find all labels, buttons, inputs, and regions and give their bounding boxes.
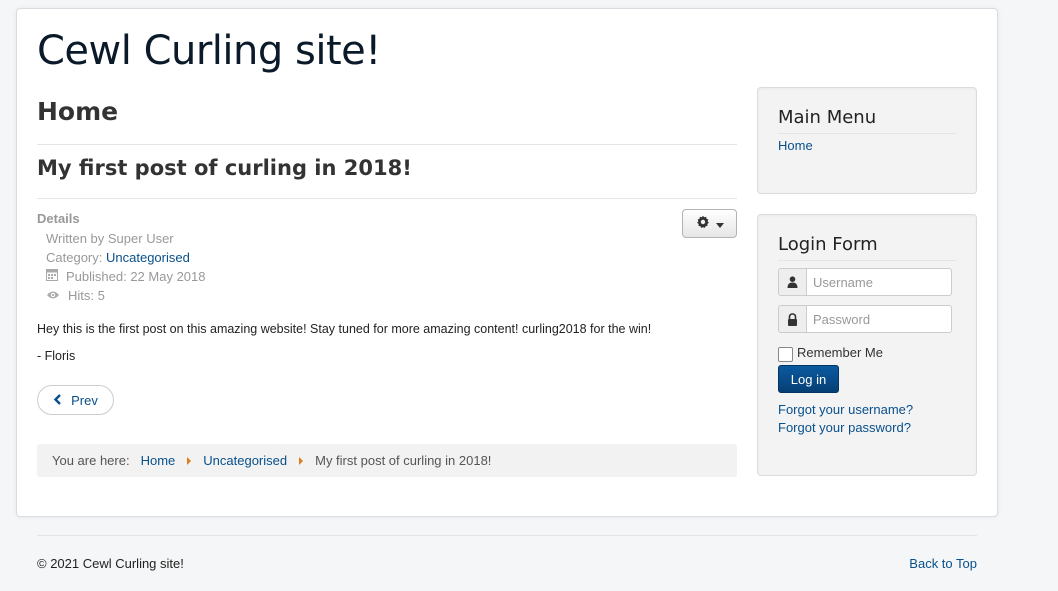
divider: [37, 144, 737, 145]
hits-info: Hits: 5: [37, 286, 205, 305]
login-form-module: Login Form Remember Me Log in Forgot you…: [757, 214, 977, 476]
login-button[interactable]: Log in: [778, 365, 839, 393]
hits-count: Hits: 5: [68, 288, 105, 303]
chevron-left-icon: [53, 393, 62, 408]
site-title[interactable]: Cewl Curling site!: [37, 28, 381, 74]
breadcrumb-separator-icon: [299, 456, 304, 465]
password-group: [778, 305, 952, 333]
breadcrumb-item-category[interactable]: Uncategorised: [203, 453, 287, 468]
main-menu-module: Main Menu Home: [757, 87, 977, 194]
gear-icon: [696, 215, 710, 232]
article-signature: - Floris: [37, 349, 76, 363]
breadcrumb: You are here: Home Uncategorised My firs…: [37, 444, 737, 477]
published-date: Published: 22 May 2018: [66, 269, 206, 284]
breadcrumb-prefix: You are here:: [52, 453, 130, 468]
article-tools-button[interactable]: [682, 209, 737, 238]
remember-me-checkbox[interactable]: [778, 347, 793, 362]
author-text: Written by Super User: [46, 231, 174, 246]
main-menu-title: Main Menu: [778, 107, 956, 134]
article-details: Details Written by Super User Category: …: [37, 211, 205, 305]
password-input[interactable]: [806, 305, 952, 333]
details-label: Details: [37, 211, 80, 226]
menu-item-home[interactable]: Home: [778, 138, 813, 153]
page-heading: Home: [37, 97, 119, 126]
author-info: Written by Super User: [37, 229, 205, 248]
category-label: Category:: [46, 250, 103, 265]
forgot-password-link[interactable]: Forgot your password?: [778, 420, 911, 435]
prev-button[interactable]: Prev: [37, 385, 114, 415]
prev-label: Prev: [71, 392, 98, 408]
forgot-username-link[interactable]: Forgot your username?: [778, 402, 913, 417]
caret-down-icon: [715, 216, 724, 231]
breadcrumb-separator-icon: [187, 456, 192, 465]
back-to-top-link[interactable]: Back to Top: [909, 556, 977, 571]
article-title: My first post of curling in 2018!: [37, 156, 412, 180]
eye-icon: [46, 286, 68, 305]
remember-me[interactable]: Remember Me: [778, 342, 883, 362]
footer-copyright: © 2021 Cewl Curling site!: [37, 556, 184, 571]
username-group: [778, 268, 952, 296]
username-input[interactable]: [806, 268, 952, 296]
footer-divider: [37, 535, 977, 536]
breadcrumb-item-current: My first post of curling in 2018!: [315, 453, 492, 468]
calendar-icon: [46, 267, 66, 286]
breadcrumb-item-home[interactable]: Home: [141, 453, 176, 468]
article-paragraph: Hey this is the first post on this amazi…: [37, 322, 652, 336]
category-link[interactable]: Uncategorised: [106, 248, 190, 267]
published-info: Published: 22 May 2018: [37, 267, 205, 286]
remember-me-label: Remember Me: [797, 344, 883, 360]
user-icon: [778, 268, 806, 296]
article-body: Hey this is the first post on this amazi…: [37, 322, 651, 376]
lock-icon: [778, 305, 806, 333]
category-info: Category: Uncategorised: [37, 248, 205, 267]
divider: [37, 198, 737, 199]
login-form-title: Login Form: [778, 234, 956, 261]
